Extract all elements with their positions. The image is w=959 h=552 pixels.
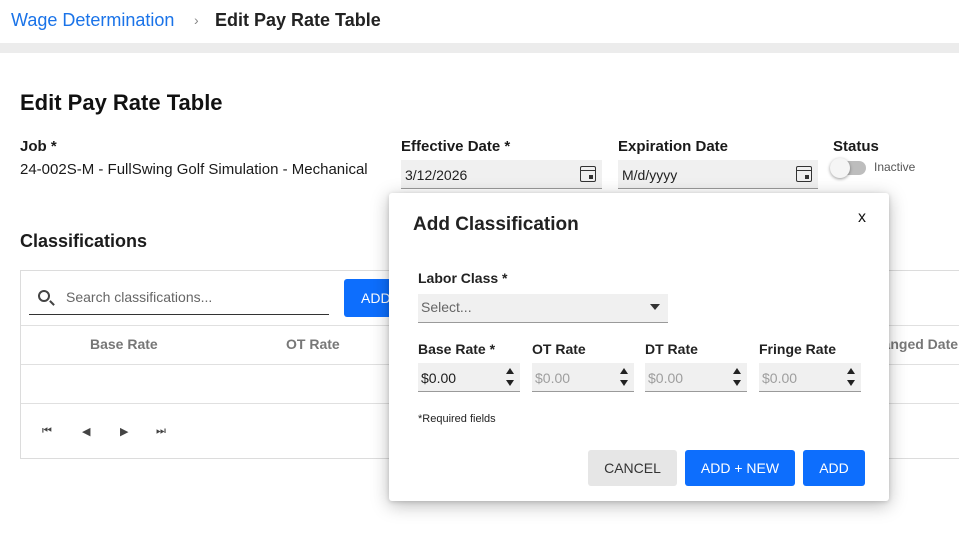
close-icon[interactable]: x <box>858 209 866 227</box>
dt-rate-label: DT Rate <box>645 341 698 357</box>
base-rate-input[interactable]: $0.00 <box>418 363 520 392</box>
labor-class-placeholder: Select... <box>421 299 472 315</box>
effective-date-label: Effective Date * <box>401 138 511 155</box>
ot-rate-value: $0.00 <box>535 370 571 386</box>
effective-date-value: 3/12/2026 <box>405 167 468 183</box>
ot-rate-input[interactable]: $0.00 <box>532 363 634 392</box>
labor-class-label: Labor Class * <box>418 270 508 286</box>
increment-icon[interactable] <box>620 368 628 374</box>
decrement-icon[interactable] <box>733 380 741 386</box>
status-label: Status <box>833 138 879 155</box>
job-value: 24-002S-M - FullSwing Golf Simulation - … <box>20 161 368 178</box>
status-value: Inactive <box>874 160 916 174</box>
page-title: Edit Pay Rate Table <box>20 90 223 115</box>
prev-page-icon[interactable]: ◀ <box>82 425 90 438</box>
search-underline <box>29 314 329 315</box>
search-input[interactable] <box>66 286 321 308</box>
column-ot-rate[interactable]: OT Rate <box>286 336 340 352</box>
calendar-icon[interactable] <box>796 166 812 182</box>
expiration-date-label: Expiration Date <box>618 138 729 155</box>
fringe-rate-label: Fringe Rate <box>759 341 837 357</box>
breadcrumb-current: Edit Pay Rate Table <box>215 10 381 30</box>
effective-date-field[interactable]: 3/12/2026 <box>401 160 602 189</box>
calendar-icon[interactable] <box>580 166 596 182</box>
breadcrumb-separator: › <box>194 12 199 28</box>
increment-icon[interactable] <box>506 368 514 374</box>
expiration-date-placeholder: M/d/yyyy <box>622 167 678 183</box>
chevron-down-icon <box>650 304 660 310</box>
status-toggle-knob[interactable] <box>830 158 850 178</box>
add-button[interactable]: ADD <box>803 450 865 486</box>
next-page-icon[interactable]: ▶ <box>120 425 128 438</box>
column-base-rate[interactable]: Base Rate <box>90 336 158 352</box>
increment-icon[interactable] <box>847 368 855 374</box>
labor-class-select[interactable]: Select... <box>418 294 668 323</box>
last-page-icon[interactable]: ⏭ <box>156 425 166 438</box>
expiration-date-field[interactable]: M/d/yyyy <box>618 160 818 189</box>
ot-rate-label: OT Rate <box>532 341 586 357</box>
header-divider <box>0 43 959 53</box>
job-label: Job * <box>20 138 57 155</box>
base-rate-label: Base Rate * <box>418 341 496 357</box>
decrement-icon[interactable] <box>847 380 855 386</box>
cancel-button[interactable]: CANCEL <box>588 450 677 486</box>
decrement-icon[interactable] <box>506 380 514 386</box>
search-icon <box>38 290 50 302</box>
classifications-title: Classifications <box>20 231 148 251</box>
fringe-rate-input[interactable]: $0.00 <box>759 363 861 392</box>
first-page-icon[interactable]: ⏮ <box>42 425 52 438</box>
fringe-rate-value: $0.00 <box>762 370 798 386</box>
increment-icon[interactable] <box>733 368 741 374</box>
breadcrumb-wage-determination-link[interactable]: Wage Determination <box>11 10 174 31</box>
dt-rate-value: $0.00 <box>648 370 684 386</box>
required-fields-note: *Required fields <box>418 413 496 425</box>
base-rate-value: $0.00 <box>421 370 457 386</box>
add-new-button[interactable]: ADD + NEW <box>685 450 795 486</box>
dt-rate-input[interactable]: $0.00 <box>645 363 747 392</box>
decrement-icon[interactable] <box>620 380 628 386</box>
dialog-title: Add Classification <box>413 214 579 235</box>
add-classification-dialog: Add Classification x Labor Class * Selec… <box>389 193 889 501</box>
